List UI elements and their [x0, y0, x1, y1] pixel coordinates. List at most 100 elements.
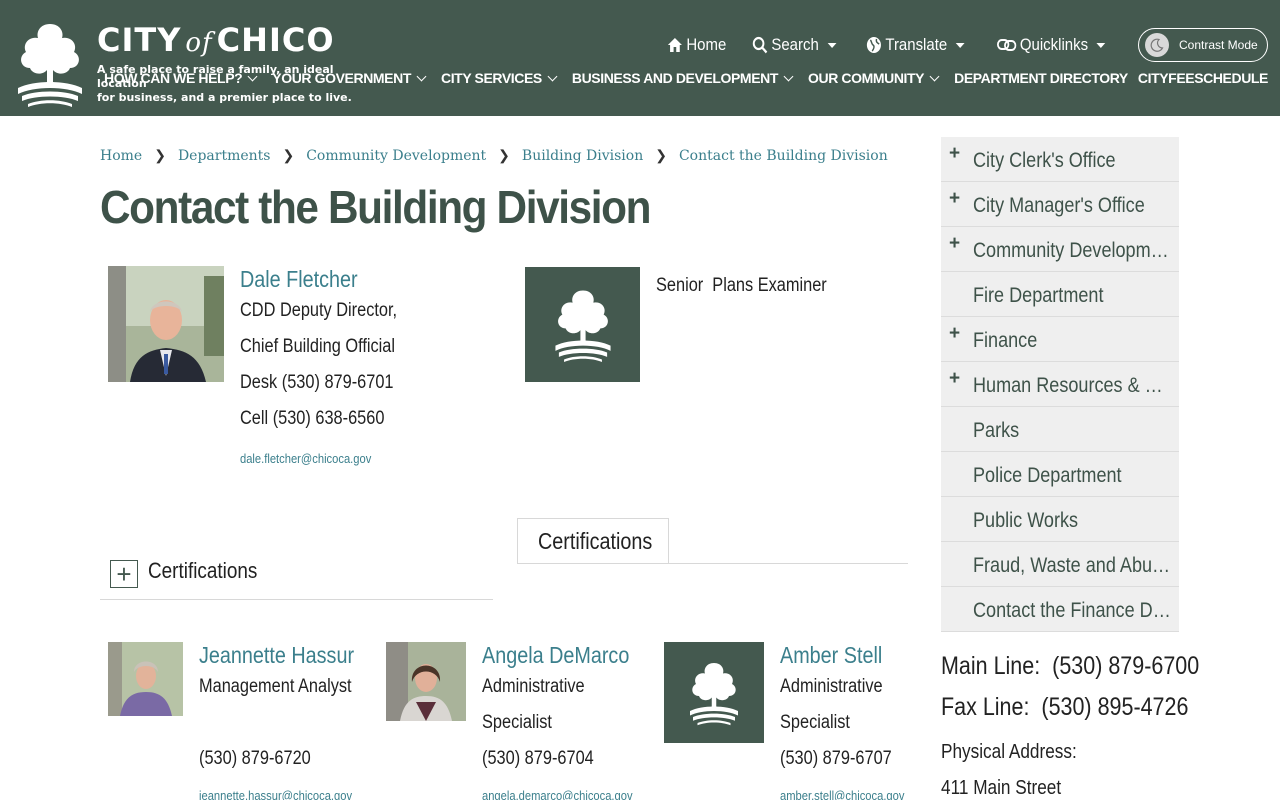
certifications-tab-label: Certifications — [538, 528, 653, 554]
main-line-value: (530) 879-6700 — [1052, 652, 1200, 680]
plus-icon[interactable]: + — [949, 143, 960, 165]
portrait-image — [108, 642, 183, 716]
nav-business-development[interactable]: BUSINESS AND DEVELOPMENT — [572, 70, 798, 86]
sidebar-item-finance[interactable]: + Finance — [941, 317, 1179, 362]
physical-address-line: 411 Main Street — [941, 777, 1062, 799]
nav-your-government[interactable]: YOUR GOVERNMENT — [272, 70, 431, 86]
sidebar-item-label: City Manager's Office — [973, 194, 1145, 217]
main-line: Main Line: (530) 879-6700 — [941, 652, 1199, 681]
quicklinks-label: Quicklinks — [1019, 35, 1088, 54]
portrait-image — [386, 642, 466, 721]
nav-label: YOUR GOVERNMENT — [272, 70, 411, 86]
city-tree-icon — [687, 660, 741, 726]
nav-department-directory[interactable]: DEPARTMENT DIRECTORY — [954, 70, 1128, 86]
sidebar-item-police-department[interactable]: Police Department — [941, 452, 1179, 497]
sidebar-item-label: Fraud, Waste and Abuse Rep... — [973, 554, 1171, 577]
site-brand[interactable]: CITY of CHICO A safe place to raise a fami… — [97, 20, 367, 105]
tab-divider — [517, 563, 908, 564]
breadcrumb-community-development[interactable]: Community Development — [306, 148, 486, 164]
fax-line-label: Fax Line: — [941, 693, 1030, 721]
physical-address-label: Physical Address: — [941, 741, 1077, 763]
city-logo-icon[interactable] — [14, 20, 86, 108]
plus-icon[interactable]: + — [949, 188, 960, 210]
staff-email-angela-demarco[interactable]: angela.demarco@chicoca.gov — [482, 788, 633, 800]
certifications-tab[interactable]: Certifications — [517, 518, 669, 564]
nav-label: BUSINESS AND DEVELOPMENT — [571, 70, 779, 86]
page-title: Contact the Building Division — [100, 181, 651, 233]
utility-nav: Home Search Translate Quicklinks Contras… — [667, 28, 1268, 62]
link-icon — [996, 39, 1016, 51]
nav-how-can-we-help[interactable]: HOW CAN WE HELP? — [104, 70, 262, 86]
sidebar-item-label: Fire Department — [973, 284, 1104, 307]
sidebar-item-fraud-waste-abuse[interactable]: Fraud, Waste and Abuse Rep... — [941, 542, 1179, 587]
plus-icon[interactable]: + — [110, 560, 138, 588]
plus-icon[interactable]: + — [949, 233, 960, 255]
sidebar-item-community-development[interactable]: + Community Development — [941, 227, 1179, 272]
staff-title-line-1: Administrative — [780, 676, 883, 697]
staff-cell-phone: Cell (530) 638-6560 — [240, 408, 385, 429]
brand-of: of — [185, 28, 213, 58]
staff-name-amber-stell[interactable]: Amber Stell — [780, 642, 882, 669]
chevron-down-icon — [783, 71, 794, 81]
nav-label: OUR COMMUNITY — [808, 70, 925, 86]
staff-photo-jeannette-hassur — [108, 642, 183, 716]
tagline-line-2: for business, and a premier place to liv… — [97, 91, 352, 104]
chevron-right-icon: ❯ — [282, 148, 295, 164]
staff-title-line-1: Management Analyst — [199, 676, 352, 697]
nav-city-services[interactable]: CITY SERVICES — [441, 70, 562, 86]
brand-title: CITY of CHICO — [97, 20, 367, 63]
nav-city-fee-schedule[interactable]: CITYFEESCHEDULE — [1137, 70, 1269, 86]
breadcrumb-building-division[interactable]: Building Division — [522, 148, 643, 164]
sidebar-item-contact-finance[interactable]: Contact the Finance Division — [941, 587, 1179, 632]
contrast-knob — [1145, 33, 1169, 57]
staff-photo-angela-demarco — [386, 642, 466, 721]
staff-phone: (530) 879-6720 — [199, 748, 311, 769]
sidebar-item-fire-department[interactable]: Fire Department — [941, 272, 1179, 317]
sidebar-item-human-resources[interactable]: + Human Resources & Risk M... — [941, 362, 1179, 407]
home-link[interactable]: Home — [667, 35, 726, 55]
quicklinks-toggle[interactable]: Quicklinks — [996, 35, 1106, 55]
nav-label: CITY SERVICES — [440, 70, 542, 86]
department-sidebar: + City Clerk's Office + City Manager's Off… — [941, 137, 1179, 632]
staff-name-jeannette-hassur[interactable]: Jeannette Hassur — [199, 642, 354, 669]
staff-title-line-1: CDD Deputy Director, — [240, 300, 398, 321]
staff-name-dale-fletcher[interactable]: Dale Fletcher — [240, 266, 358, 293]
staff-title-line-2: Chief Building Official — [240, 336, 396, 357]
search-toggle[interactable]: Search — [752, 35, 837, 55]
globe-icon — [867, 37, 882, 53]
staff-desk-phone: Desk (530) 879-6701 — [240, 372, 394, 393]
main-nav: HOW CAN WE HELP? YOUR GOVERNMENT CITY SE… — [104, 70, 1268, 86]
sidebar-item-city-manager[interactable]: + City Manager's Office — [941, 182, 1179, 227]
plus-icon[interactable]: + — [949, 323, 960, 345]
nav-our-community[interactable]: OUR COMMUNITY — [808, 70, 944, 86]
certifications-accordion[interactable]: + Certifications — [100, 556, 493, 600]
site-header: CITY of CHICO A safe place to raise a fami… — [0, 0, 1280, 116]
sidebar-item-parks[interactable]: Parks — [941, 407, 1179, 452]
sidebar-item-city-clerk[interactable]: + City Clerk's Office — [941, 137, 1179, 182]
plus-icon[interactable]: + — [949, 368, 960, 390]
staff-title-line-1: Administrative — [482, 676, 585, 697]
caret-down-icon — [1096, 42, 1106, 48]
chevron-right-icon: ❯ — [498, 148, 510, 164]
staff-phone: (530) 879-6707 — [780, 748, 892, 769]
contrast-mode-toggle[interactable]: Contrast Mode — [1138, 28, 1268, 62]
breadcrumb-current[interactable]: Contact the Building Division — [679, 148, 888, 164]
breadcrumb-home[interactable]: Home — [100, 148, 142, 164]
search-label: Search — [771, 35, 820, 54]
staff-placeholder-logo — [664, 642, 764, 743]
staff-email-amber-stell[interactable]: amber.stell@chicoca.gov — [780, 788, 904, 800]
staff-email-dale-fletcher[interactable]: dale.fletcher@chicoca.gov — [240, 451, 371, 466]
vacant-position-title: Senior Plans Examiner — [656, 275, 827, 296]
breadcrumb-departments[interactable]: Departments — [178, 148, 271, 164]
staff-name-angela-demarco[interactable]: Angela DeMarco — [482, 642, 629, 669]
translate-toggle[interactable]: Translate — [866, 35, 966, 55]
nav-label: CITYFEESCHEDULE — [1137, 70, 1269, 86]
brand-city: CITY — [97, 21, 182, 59]
sidebar-item-label: Finance — [973, 329, 1038, 352]
portrait-image — [108, 266, 224, 382]
staff-email-jeannette-hassur[interactable]: jeannette.hassur@chicoca.gov — [199, 788, 352, 800]
sidebar-item-label: City Clerk's Office — [973, 149, 1116, 172]
home-label: Home — [686, 35, 727, 54]
sidebar-item-public-works[interactable]: Public Works — [941, 497, 1179, 542]
sidebar-item-label: Human Resources & Risk M... — [973, 374, 1171, 397]
